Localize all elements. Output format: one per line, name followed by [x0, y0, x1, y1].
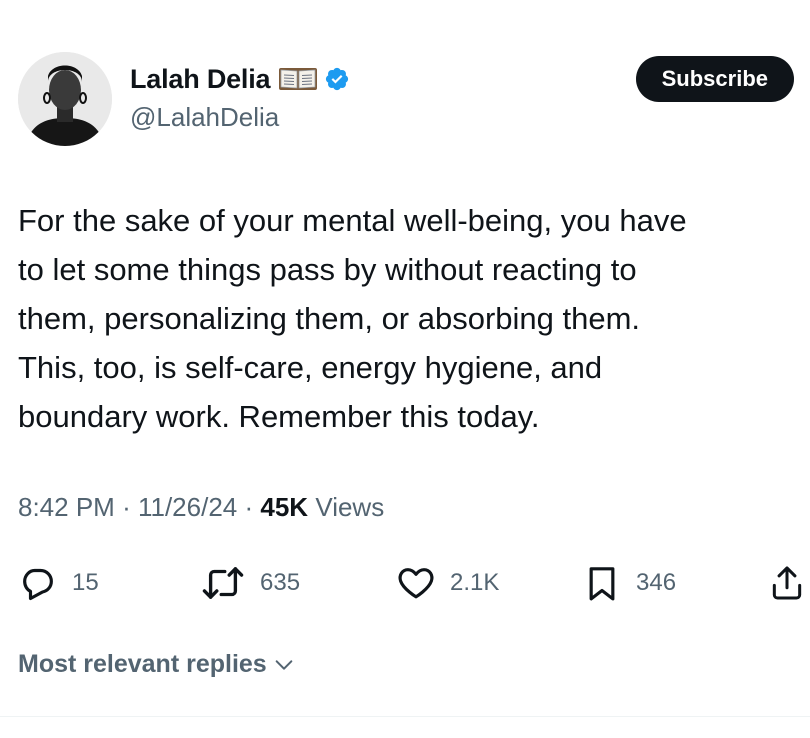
like-count: 2.1K: [450, 569, 500, 596]
tweet-text-line: This, too, is self-care, energy hygiene,…: [18, 350, 603, 385]
handle[interactable]: @LalahDelia: [130, 102, 350, 133]
share-icon: [772, 566, 802, 600]
divider: [0, 716, 810, 717]
reply-count: 15: [72, 569, 99, 596]
verified-badge-icon[interactable]: [324, 66, 350, 92]
tweet-text: For the sake of your mental well-being, …: [18, 196, 798, 441]
views-label: Views: [315, 492, 385, 522]
reply-icon: [23, 568, 53, 601]
tweet-date[interactable]: 11/26/24: [138, 492, 237, 522]
replies-sort-label: Most relevant replies: [18, 650, 267, 678]
tweet-header: Lalah Delia @LalahDelia Subscribe: [18, 50, 794, 150]
action-bar: 15 635 2.1K 346: [0, 560, 810, 606]
reply-button[interactable]: 15: [18, 560, 99, 606]
tweet-text-line: them, personalizing them, or absorbing t…: [18, 301, 641, 336]
avatar[interactable]: [18, 52, 112, 146]
tweet-meta: 8:42 PM · 11/26/24 · 45K Views: [18, 492, 384, 523]
views-count: 45K: [260, 492, 309, 522]
tweet-time[interactable]: 8:42 PM: [18, 492, 115, 522]
author-names: Lalah Delia @LalahDelia: [130, 62, 350, 133]
tweet-text-line: boundary work. Remember this today.: [18, 399, 540, 434]
bookmark-button[interactable]: 346: [582, 560, 676, 606]
bookmark-icon: [589, 567, 615, 601]
display-name[interactable]: Lalah Delia: [130, 64, 271, 95]
like-button[interactable]: 2.1K: [396, 560, 499, 606]
avatar-portrait: [18, 52, 112, 146]
bookmark-count: 346: [636, 569, 677, 596]
like-icon: [398, 568, 434, 599]
chevron-down-icon: [275, 659, 293, 670]
meta-separator: ·: [244, 492, 254, 522]
repost-count: 635: [260, 569, 301, 596]
tweet-text-line: to let some things pass by without react…: [18, 252, 637, 287]
replies-sort-dropdown[interactable]: Most relevant replies: [18, 650, 295, 679]
subscribe-button[interactable]: Subscribe: [635, 56, 794, 102]
share-button[interactable]: [768, 560, 806, 606]
repost-button[interactable]: 635: [200, 560, 300, 606]
tweet-text-line: For the sake of your mental well-being, …: [18, 203, 687, 238]
meta-separator: ·: [122, 492, 131, 522]
open-book-icon: [278, 67, 318, 91]
repost-icon: [202, 567, 244, 599]
